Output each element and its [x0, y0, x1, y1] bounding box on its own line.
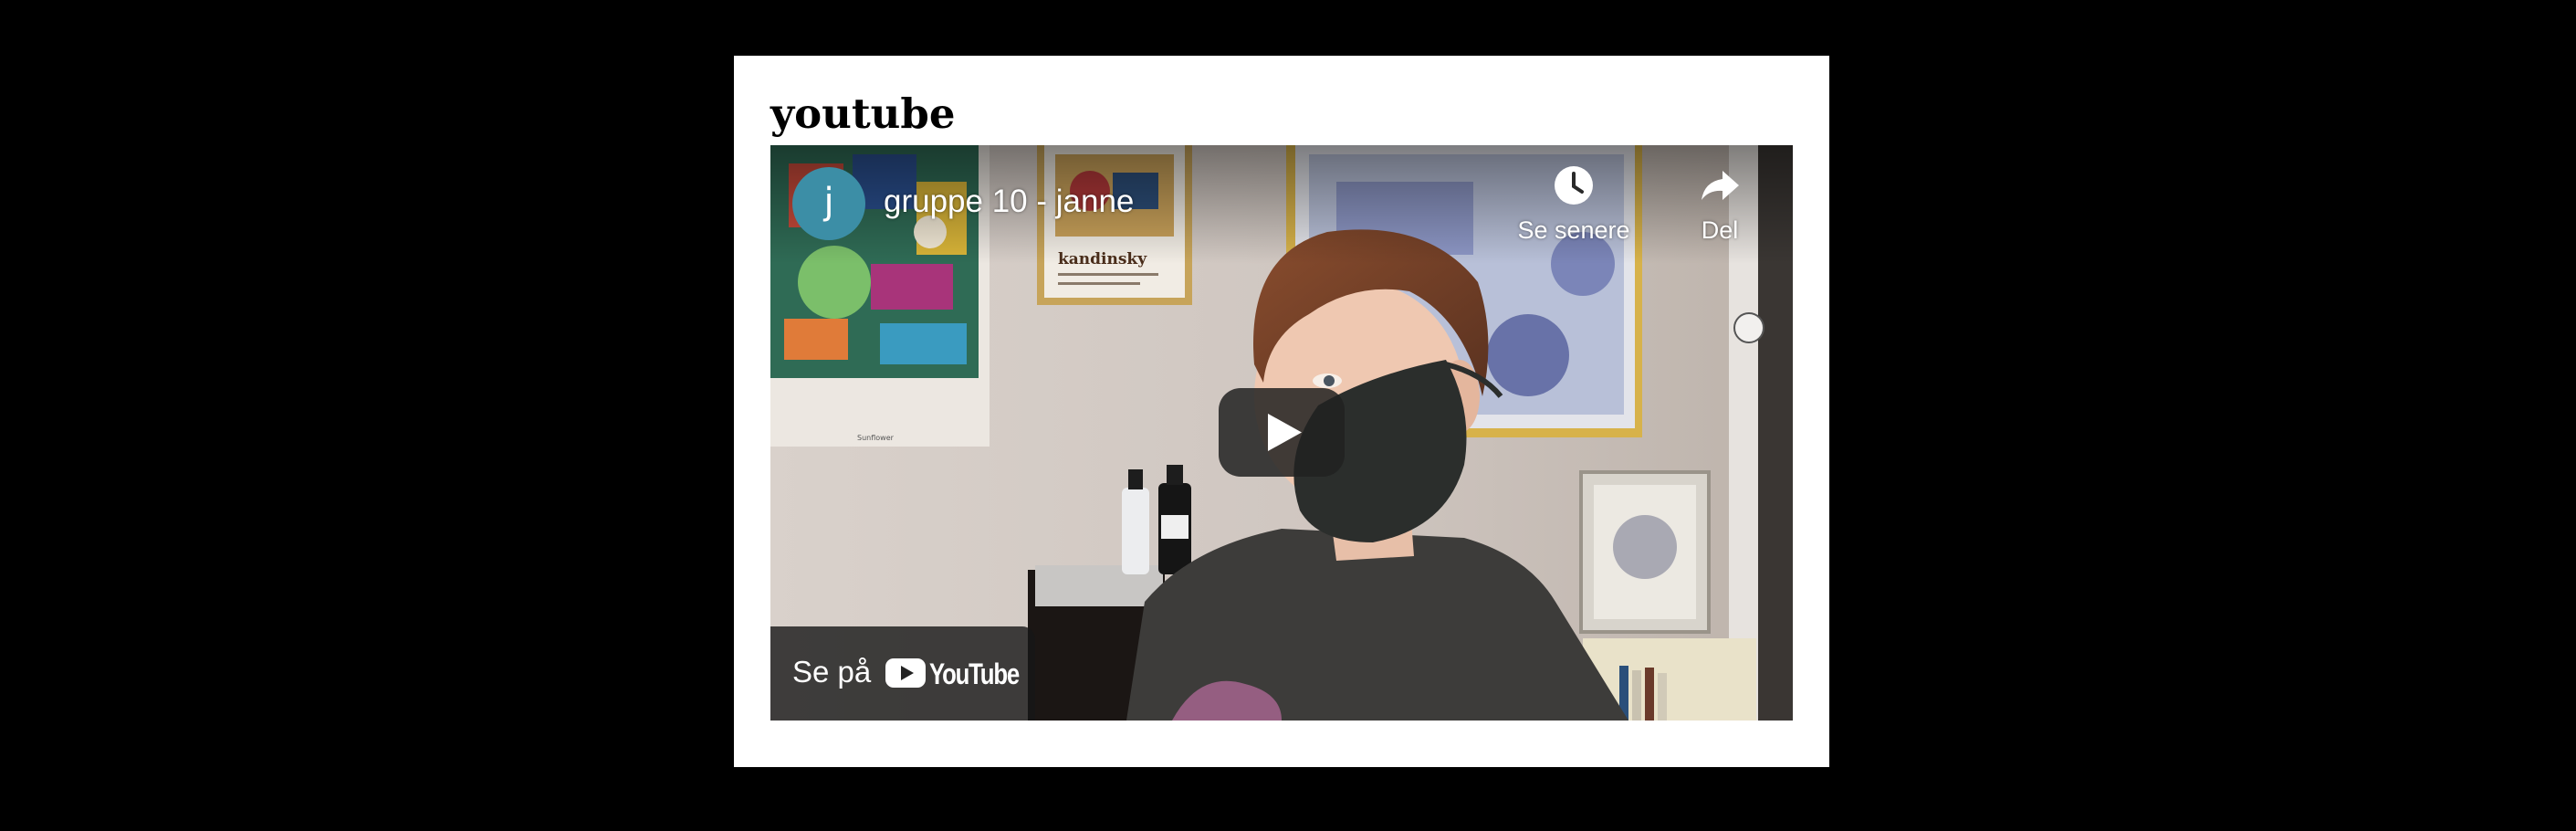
clock-icon [1555, 166, 1593, 205]
watch-later-label: Se senere [1517, 216, 1630, 244]
page-frame: youtube Sunflower j gruppe 10 - janne Se… [734, 56, 1829, 767]
youtube-embed-player[interactable]: Sunflower kandinsky [770, 145, 1793, 721]
watch-later-button[interactable]: Se senere [1514, 163, 1633, 245]
watch-on-label: Se på [792, 655, 872, 689]
watch-on-youtube-button[interactable]: Se på YouTube [770, 626, 1035, 721]
share-arrow-icon [1702, 171, 1739, 200]
page-title: youtube [770, 89, 956, 138]
youtube-logo-icon: YouTube [885, 657, 1021, 690]
play-button[interactable] [1219, 388, 1345, 477]
share-button[interactable]: Del [1683, 163, 1756, 245]
svg-text:Sunflower: Sunflower [857, 434, 895, 442]
channel-avatar[interactable]: j [792, 167, 865, 240]
share-label: Del [1701, 216, 1739, 244]
video-title-link[interactable]: gruppe 10 - janne [884, 182, 1134, 222]
youtube-wordmark: YouTube [929, 657, 1020, 690]
